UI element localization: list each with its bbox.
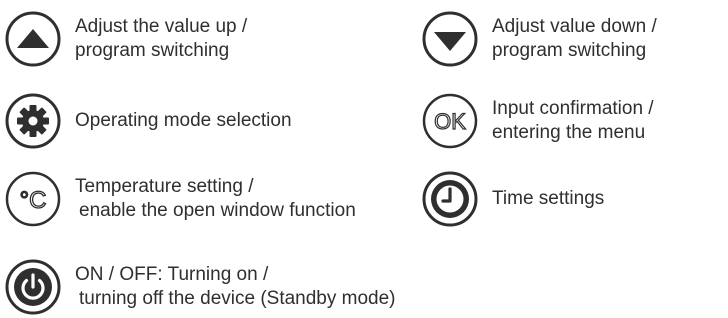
legend-text-down: Adjust value down / program switching bbox=[492, 15, 657, 63]
gear-icon bbox=[5, 93, 61, 149]
legend-line: program switching bbox=[75, 40, 230, 61]
legend-line: program switching bbox=[492, 40, 647, 61]
legend-line: Time settings bbox=[492, 188, 605, 209]
legend-line: enable the open window function bbox=[79, 200, 356, 221]
legend-line: Temperature setting / bbox=[75, 176, 254, 197]
legend-text-ok: Input confirmation / entering the menu bbox=[492, 97, 654, 145]
legend-item-time: Time settings bbox=[421, 170, 604, 228]
celsius-glyph: °C bbox=[20, 187, 47, 214]
legend-text-time: Time settings bbox=[492, 187, 604, 211]
legend-line: Operating mode selection bbox=[75, 110, 292, 131]
legend-item-mode: Operating mode selection bbox=[4, 92, 292, 150]
legend-line: ON / OFF: Turning on / bbox=[75, 264, 269, 285]
legend-text-temperature: Temperature setting / enable the open wi… bbox=[75, 175, 356, 223]
legend-item-temperature: °C Temperature setting / enable the open… bbox=[4, 170, 356, 228]
legend-line: turning off the device (Standby mode) bbox=[79, 288, 396, 309]
celsius-icon: °C bbox=[5, 171, 61, 227]
legend-line: Adjust value down / bbox=[492, 16, 657, 37]
power-icon bbox=[5, 259, 61, 315]
ok-icon: OK bbox=[422, 93, 478, 149]
legend-item-up: Adjust the value up / program switching bbox=[4, 10, 247, 68]
legend-text-up: Adjust the value up / program switching bbox=[75, 15, 247, 63]
legend-item-ok: OK Input confirmation / entering the men… bbox=[421, 92, 654, 150]
legend-text-power: ON / OFF: Turning on / turning off the d… bbox=[75, 263, 396, 311]
legend-item-down: Adjust value down / program switching bbox=[421, 10, 657, 68]
legend-item-power: ON / OFF: Turning on / turning off the d… bbox=[4, 258, 396, 316]
ok-glyph: OK bbox=[434, 109, 466, 134]
clock-icon bbox=[422, 171, 478, 227]
triangle-down-icon bbox=[422, 11, 478, 67]
legend-text-mode: Operating mode selection bbox=[75, 109, 292, 133]
triangle-up-icon bbox=[5, 11, 61, 67]
legend-line: Input confirmation / bbox=[492, 98, 654, 119]
legend-line: Adjust the value up / bbox=[75, 16, 248, 37]
legend-line: entering the menu bbox=[492, 122, 646, 143]
